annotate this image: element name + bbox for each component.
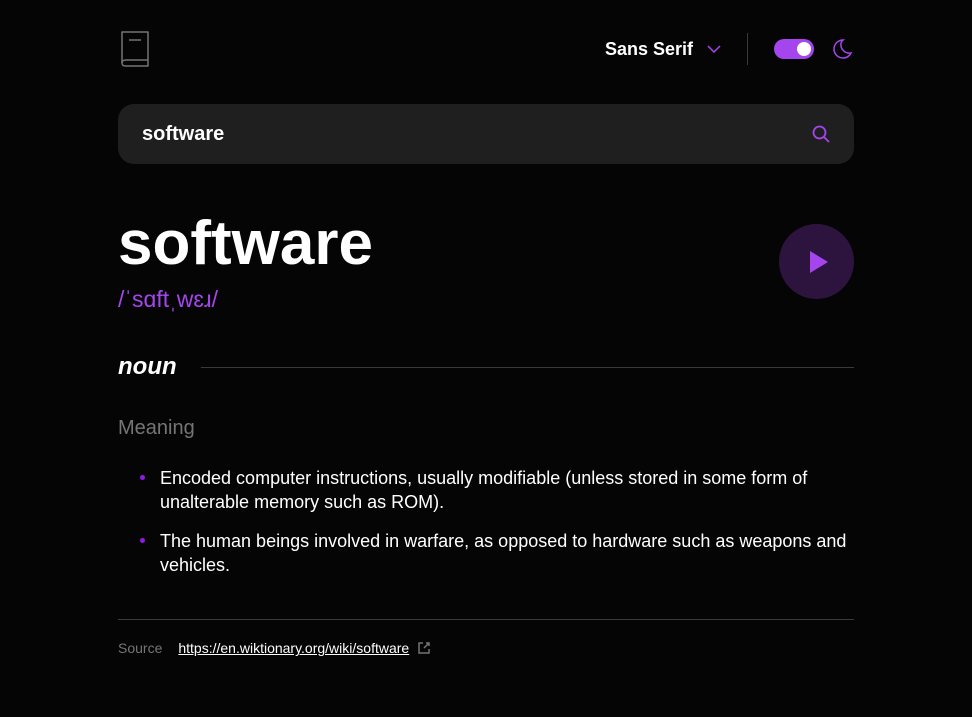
word-header: software /ˈsɑftˌwɛɹ/: [118, 210, 854, 313]
divider-line: [118, 619, 854, 620]
font-selector-label: Sans Serif: [605, 39, 693, 60]
part-of-speech-label: noun: [118, 353, 177, 381]
part-of-speech-row: noun: [118, 353, 854, 381]
theme-controls: [774, 38, 854, 60]
list-item: The human beings involved in warfare, as…: [140, 529, 854, 578]
divider-line: [201, 367, 854, 368]
divider: [747, 33, 748, 65]
external-link-icon: [417, 641, 431, 655]
toggle-knob: [797, 42, 811, 56]
logo-icon: [118, 30, 152, 68]
list-item: Encoded computer instructions, usually m…: [140, 466, 854, 515]
search-bar: [118, 104, 854, 164]
source-url-text: https://en.wiktionary.org/wiki/software: [178, 640, 409, 656]
play-icon: [810, 251, 828, 273]
meaning-heading: Meaning: [118, 417, 854, 440]
header: Sans Serif: [118, 30, 854, 68]
header-controls: Sans Serif: [605, 33, 854, 65]
font-selector[interactable]: Sans Serif: [605, 39, 721, 60]
moon-icon: [832, 38, 854, 60]
chevron-down-icon: [707, 45, 721, 53]
word-title: software: [118, 210, 373, 278]
play-audio-button[interactable]: [779, 224, 854, 299]
dark-mode-toggle[interactable]: [774, 39, 814, 59]
phonetic-text: /ˈsɑftˌwɛɹ/: [118, 286, 373, 313]
search-icon[interactable]: [812, 125, 830, 143]
word-info: software /ˈsɑftˌwɛɹ/: [118, 210, 373, 313]
search-input[interactable]: [142, 123, 812, 146]
source-label: Source: [118, 640, 162, 656]
source-link[interactable]: https://en.wiktionary.org/wiki/software: [178, 640, 431, 656]
meanings-list: Encoded computer instructions, usually m…: [118, 466, 854, 577]
source-row: Source https://en.wiktionary.org/wiki/so…: [118, 640, 854, 656]
